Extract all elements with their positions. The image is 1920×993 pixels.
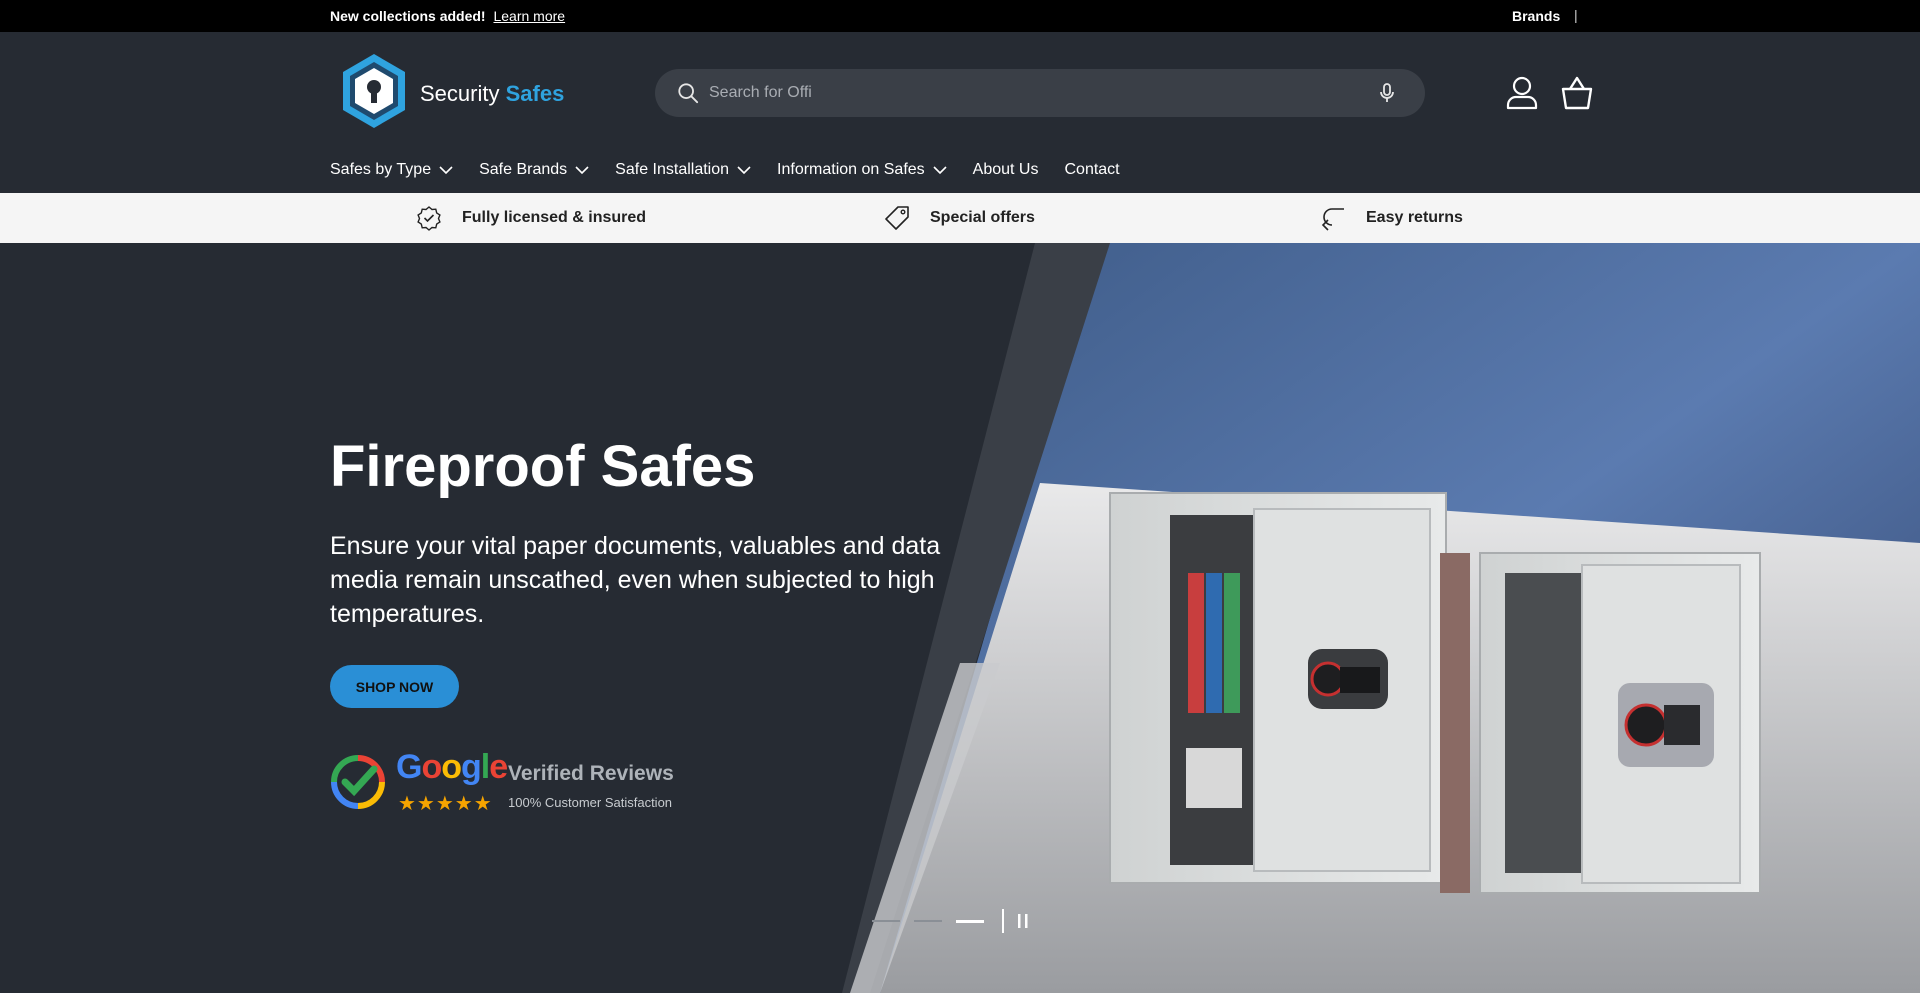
verified-badge-icon xyxy=(417,206,441,231)
hero-subtitle: Ensure your vital paper documents, valua… xyxy=(330,532,941,628)
account-icon[interactable] xyxy=(1506,76,1538,110)
slide-dot-3[interactable] xyxy=(956,919,984,923)
nav-item-contact[interactable]: Contact xyxy=(1064,161,1119,179)
hero-banner: Fireproof Safes Ensure your vital paper … xyxy=(0,243,1920,993)
slideshow-divider xyxy=(1002,909,1004,933)
nav-item-safe-installation[interactable]: Safe Installation xyxy=(615,161,751,179)
slideshow-controls xyxy=(872,909,1030,933)
nav-label: Information on Safes xyxy=(777,161,925,178)
search-input[interactable] xyxy=(709,77,1329,109)
chevron-down-icon xyxy=(575,166,589,175)
microphone-icon[interactable] xyxy=(1375,81,1399,105)
usp-label: Easy returns xyxy=(1366,209,1463,226)
announcement-message: New collections added! Learn more xyxy=(330,8,565,24)
main-nav: Safes by Type Safe Brands Safe Installat… xyxy=(330,161,1146,179)
learn-more-link[interactable]: Learn more xyxy=(493,8,565,24)
search-bar xyxy=(655,69,1425,117)
nav-label: Contact xyxy=(1064,161,1120,178)
return-arrow-icon xyxy=(1321,208,1344,231)
google-reviews-badge[interactable]: Google Verified Reviews ★★★★★ 100% Custo… xyxy=(330,748,690,815)
hero-title: Fireproof Safes xyxy=(330,434,756,499)
usp-label: Special offers xyxy=(930,209,1035,226)
nav-item-about-us[interactable]: About Us xyxy=(973,161,1039,179)
slide-dot-2[interactable] xyxy=(914,920,942,922)
nav-item-safe-brands[interactable]: Safe Brands xyxy=(479,161,589,179)
announcement-text: New collections added! xyxy=(330,8,486,24)
usp-label: Fully licensed & insured xyxy=(462,209,647,226)
nav-item-safes-by-type[interactable]: Safes by Type xyxy=(330,161,453,179)
chevron-down-icon xyxy=(933,166,947,175)
site-header: Security Safes Safes by Type Safe Brands xyxy=(0,32,1920,193)
chevron-down-icon xyxy=(737,166,751,175)
logo-word-safes: Safes xyxy=(505,81,565,106)
usp-bar: Fully licensed & insured Special offers … xyxy=(0,193,1920,243)
announcement-separator: | xyxy=(1574,7,1578,23)
chevron-down-icon xyxy=(439,166,453,175)
logo-word-security: Security xyxy=(420,81,500,106)
verified-reviews-label: Verified Reviews xyxy=(508,762,674,785)
nav-label: About Us xyxy=(972,161,1039,178)
nav-label: Safe Installation xyxy=(615,161,730,178)
nav-label: Safe Brands xyxy=(479,161,568,178)
search-icon[interactable] xyxy=(677,82,699,104)
usp-licensed: Fully licensed & insured xyxy=(416,205,646,231)
google-wordmark: Google xyxy=(396,748,508,786)
cart-icon[interactable] xyxy=(1560,76,1594,110)
usp-easy-returns: Easy returns xyxy=(1320,205,1463,231)
pause-icon[interactable] xyxy=(1016,913,1030,929)
verified-check-icon xyxy=(331,755,385,809)
price-tag-icon xyxy=(885,206,909,230)
nav-label: Safes by Type xyxy=(330,161,432,178)
logo-wordmark[interactable]: Security Safes xyxy=(420,81,564,107)
shop-now-button[interactable]: SHOP NOW xyxy=(330,665,459,708)
nav-item-information-on-safes[interactable]: Information on Safes xyxy=(777,161,947,179)
satisfaction-label: 100% Customer Satisfaction xyxy=(508,795,673,810)
slide-dot-1[interactable] xyxy=(872,920,900,922)
rating-stars-icon: ★★★★★ xyxy=(398,793,493,815)
usp-special-offers: Special offers xyxy=(884,205,1035,231)
announcement-bar: New collections added! Learn more Brands… xyxy=(0,0,1920,32)
brands-link[interactable]: Brands xyxy=(1512,8,1560,24)
